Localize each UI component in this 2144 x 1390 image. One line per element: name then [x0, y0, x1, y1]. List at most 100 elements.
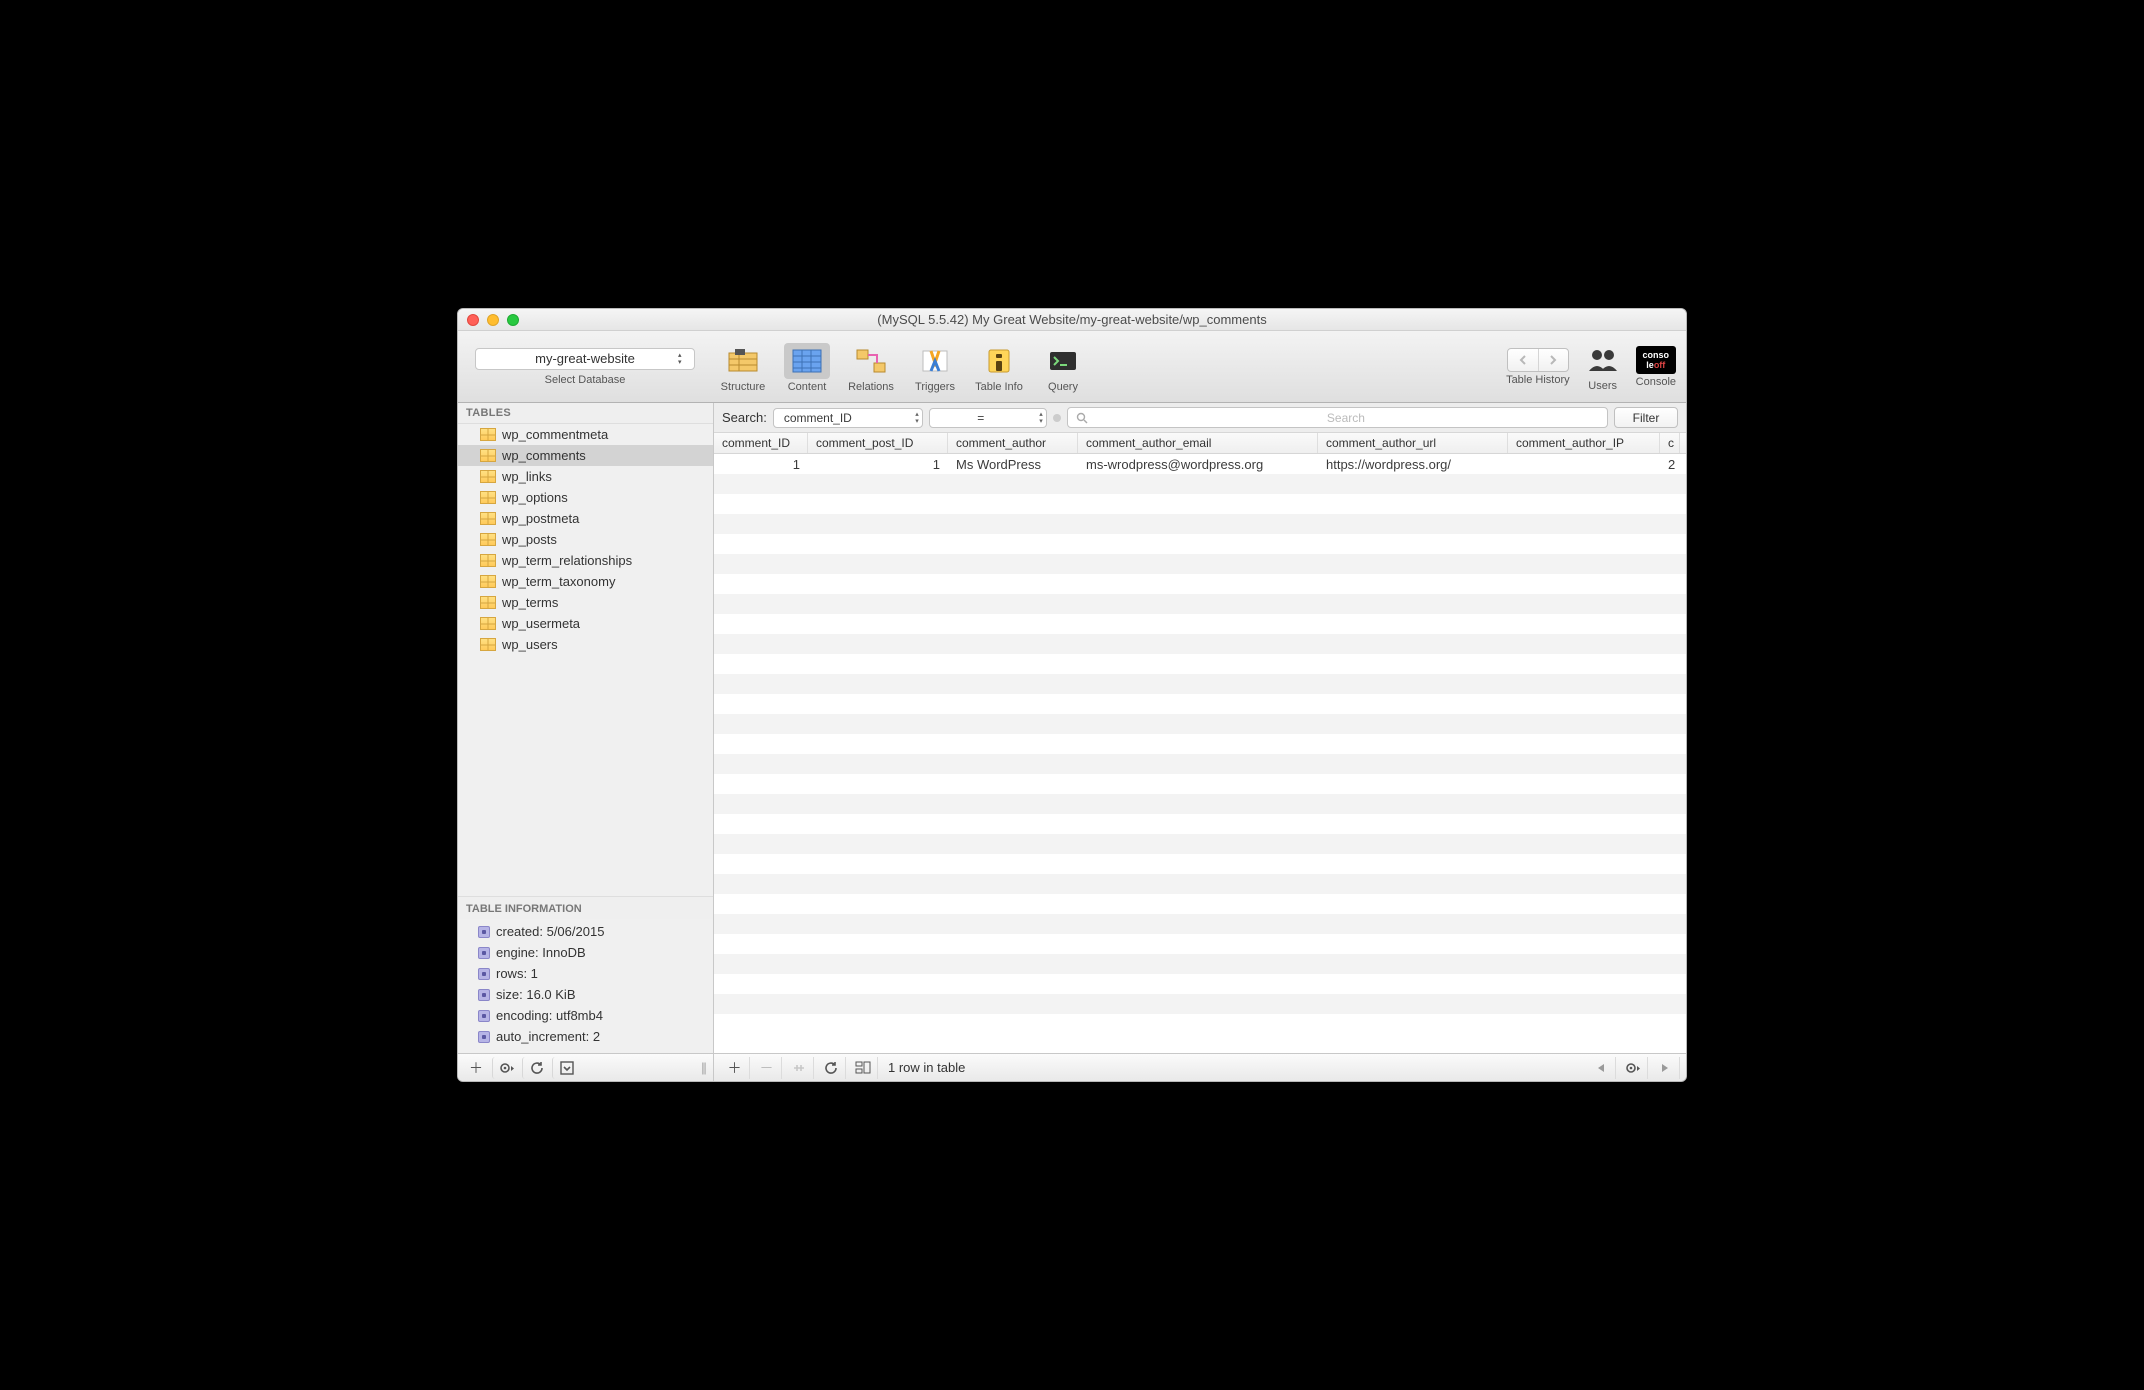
sidebar-item-table[interactable]: wp_commentmeta	[458, 424, 713, 445]
sidebar-item-table[interactable]: wp_links	[458, 466, 713, 487]
table-icon	[480, 617, 496, 630]
table-icon	[480, 533, 496, 546]
table-row-empty	[714, 954, 1686, 974]
toggle-info-button[interactable]	[552, 1057, 580, 1079]
filter-button[interactable]: Filter	[1614, 407, 1678, 428]
column-header[interactable]: comment_author	[948, 433, 1078, 453]
table-icon	[480, 575, 496, 588]
window-minimize-button[interactable]	[487, 314, 499, 326]
column-header[interactable]: comment_post_ID	[808, 433, 948, 453]
table-gear-button[interactable]	[492, 1057, 520, 1079]
table-info-row: rows: 1	[478, 963, 705, 984]
sidebar-item-table[interactable]: wp_term_taxonomy	[458, 571, 713, 592]
table-info-value: auto_increment: 2	[496, 1029, 600, 1044]
sidebar-item-table[interactable]: wp_terms	[458, 592, 713, 613]
table-row-empty	[714, 674, 1686, 694]
refresh-tables-button[interactable]	[522, 1057, 550, 1079]
sidebar-resize-grip[interactable]: |||	[701, 1060, 709, 1075]
history-back-button[interactable]	[1508, 349, 1538, 371]
table-row-empty	[714, 694, 1686, 714]
sidebar-item-table[interactable]: wp_users	[458, 634, 713, 655]
table-icon	[480, 554, 496, 567]
triggers-icon	[912, 343, 958, 379]
main: Search: comment_ID ▴▾ = ▴▾ Search	[714, 403, 1686, 1081]
stepper-icon: ▴▾	[678, 351, 690, 367]
database-selector[interactable]: my-great-website ▴▾	[475, 348, 695, 370]
tab-triggers[interactable]: Triggers	[904, 341, 966, 393]
sidebar-item-table[interactable]: wp_options	[458, 487, 713, 508]
search-label: Search:	[722, 410, 767, 425]
table-info-value: size: 16.0 KiB	[496, 987, 576, 1002]
table-cell[interactable]: ms-wrodpress@wordpress.org	[1078, 457, 1318, 472]
column-header[interactable]: c	[1660, 433, 1680, 453]
sidebar-item-label: wp_commentmeta	[502, 427, 608, 442]
table-cell[interactable]: 1	[714, 457, 808, 472]
column-header[interactable]: comment_author_email	[1078, 433, 1318, 453]
sidebar-item-table[interactable]: wp_usermeta	[458, 613, 713, 634]
table-history-nav	[1507, 348, 1569, 372]
structure-icon	[720, 343, 766, 379]
console-group[interactable]: conso leoff Console	[1636, 346, 1676, 388]
table-row-empty	[714, 474, 1686, 494]
table-row-empty	[714, 934, 1686, 954]
sidebar-item-table[interactable]: wp_posts	[458, 529, 713, 550]
tab-query[interactable]: Query	[1032, 341, 1094, 393]
page-prev-button[interactable]	[1586, 1057, 1616, 1079]
sidebar: TABLES wp_commentmetawp_commentswp_links…	[458, 403, 714, 1081]
table-cell[interactable]: 2	[1660, 457, 1680, 472]
duplicate-row-button[interactable]	[784, 1057, 814, 1079]
remove-row-button[interactable]: －	[752, 1057, 782, 1079]
sidebar-item-table[interactable]: wp_comments	[458, 445, 713, 466]
add-table-button[interactable]: ＋	[462, 1057, 490, 1079]
table-row-empty	[714, 574, 1686, 594]
table-history-label: Table History	[1506, 374, 1570, 386]
grid-header: comment_ID comment_post_ID comment_autho…	[714, 433, 1686, 454]
table-cell[interactable]: Ms WordPress	[948, 457, 1078, 472]
add-row-button[interactable]: ＋	[720, 1057, 750, 1079]
grid-options-button[interactable]	[848, 1057, 878, 1079]
history-forward-button[interactable]	[1538, 349, 1568, 371]
tab-relations[interactable]: Relations	[840, 341, 902, 393]
table-row[interactable]: 11Ms WordPressms-wrodpress@wordpress.org…	[714, 454, 1686, 474]
database-selector-group: my-great-website ▴▾ Select Database	[468, 348, 702, 386]
table-info-value: rows: 1	[496, 966, 538, 981]
table-row-empty	[714, 774, 1686, 794]
tab-content[interactable]: Content	[776, 341, 838, 393]
row-count-status: 1 row in table	[880, 1060, 973, 1075]
window-close-button[interactable]	[467, 314, 479, 326]
sidebar-item-table[interactable]: wp_postmeta	[458, 508, 713, 529]
search-column-select[interactable]: comment_ID ▴▾	[773, 408, 923, 428]
tab-table-info[interactable]: Table Info	[968, 341, 1030, 393]
table-cell[interactable]: https://wordpress.org/	[1318, 457, 1508, 472]
search-input[interactable]: Search	[1067, 407, 1608, 428]
data-grid[interactable]: comment_ID comment_post_ID comment_autho…	[714, 433, 1686, 1053]
search-operator-select[interactable]: = ▴▾	[929, 408, 1047, 428]
table-row-empty	[714, 594, 1686, 614]
users-group[interactable]: Users	[1580, 342, 1626, 392]
window-zoom-button[interactable]	[507, 314, 519, 326]
titlebar: (MySQL 5.5.42) My Great Website/my-great…	[458, 309, 1686, 331]
grid-body: 11Ms WordPressms-wrodpress@wordpress.org…	[714, 454, 1686, 1014]
table-cell[interactable]: 1	[808, 457, 948, 472]
sidebar-item-table[interactable]: wp_term_relationships	[458, 550, 713, 571]
table-icon	[480, 596, 496, 609]
relations-icon	[848, 343, 894, 379]
grid-footer: ＋ － 1 row in table	[714, 1053, 1686, 1081]
table-row-empty	[714, 614, 1686, 634]
table-info-value: engine: InnoDB	[496, 945, 586, 960]
column-header[interactable]: comment_author_IP	[1508, 433, 1660, 453]
column-header[interactable]: comment_ID	[714, 433, 808, 453]
table-info-icon	[976, 343, 1022, 379]
table-row-empty	[714, 894, 1686, 914]
table-icon	[480, 638, 496, 651]
users-label: Users	[1588, 380, 1617, 392]
sidebar-item-label: wp_postmeta	[502, 511, 579, 526]
refresh-rows-button[interactable]	[816, 1057, 846, 1079]
page-gear-button[interactable]	[1618, 1057, 1648, 1079]
database-selector-caption: Select Database	[545, 374, 626, 386]
tab-structure[interactable]: Structure	[712, 341, 774, 393]
table-row-empty	[714, 554, 1686, 574]
column-header[interactable]: comment_author_url	[1318, 433, 1508, 453]
table-icon	[480, 428, 496, 441]
page-next-button[interactable]	[1650, 1057, 1680, 1079]
